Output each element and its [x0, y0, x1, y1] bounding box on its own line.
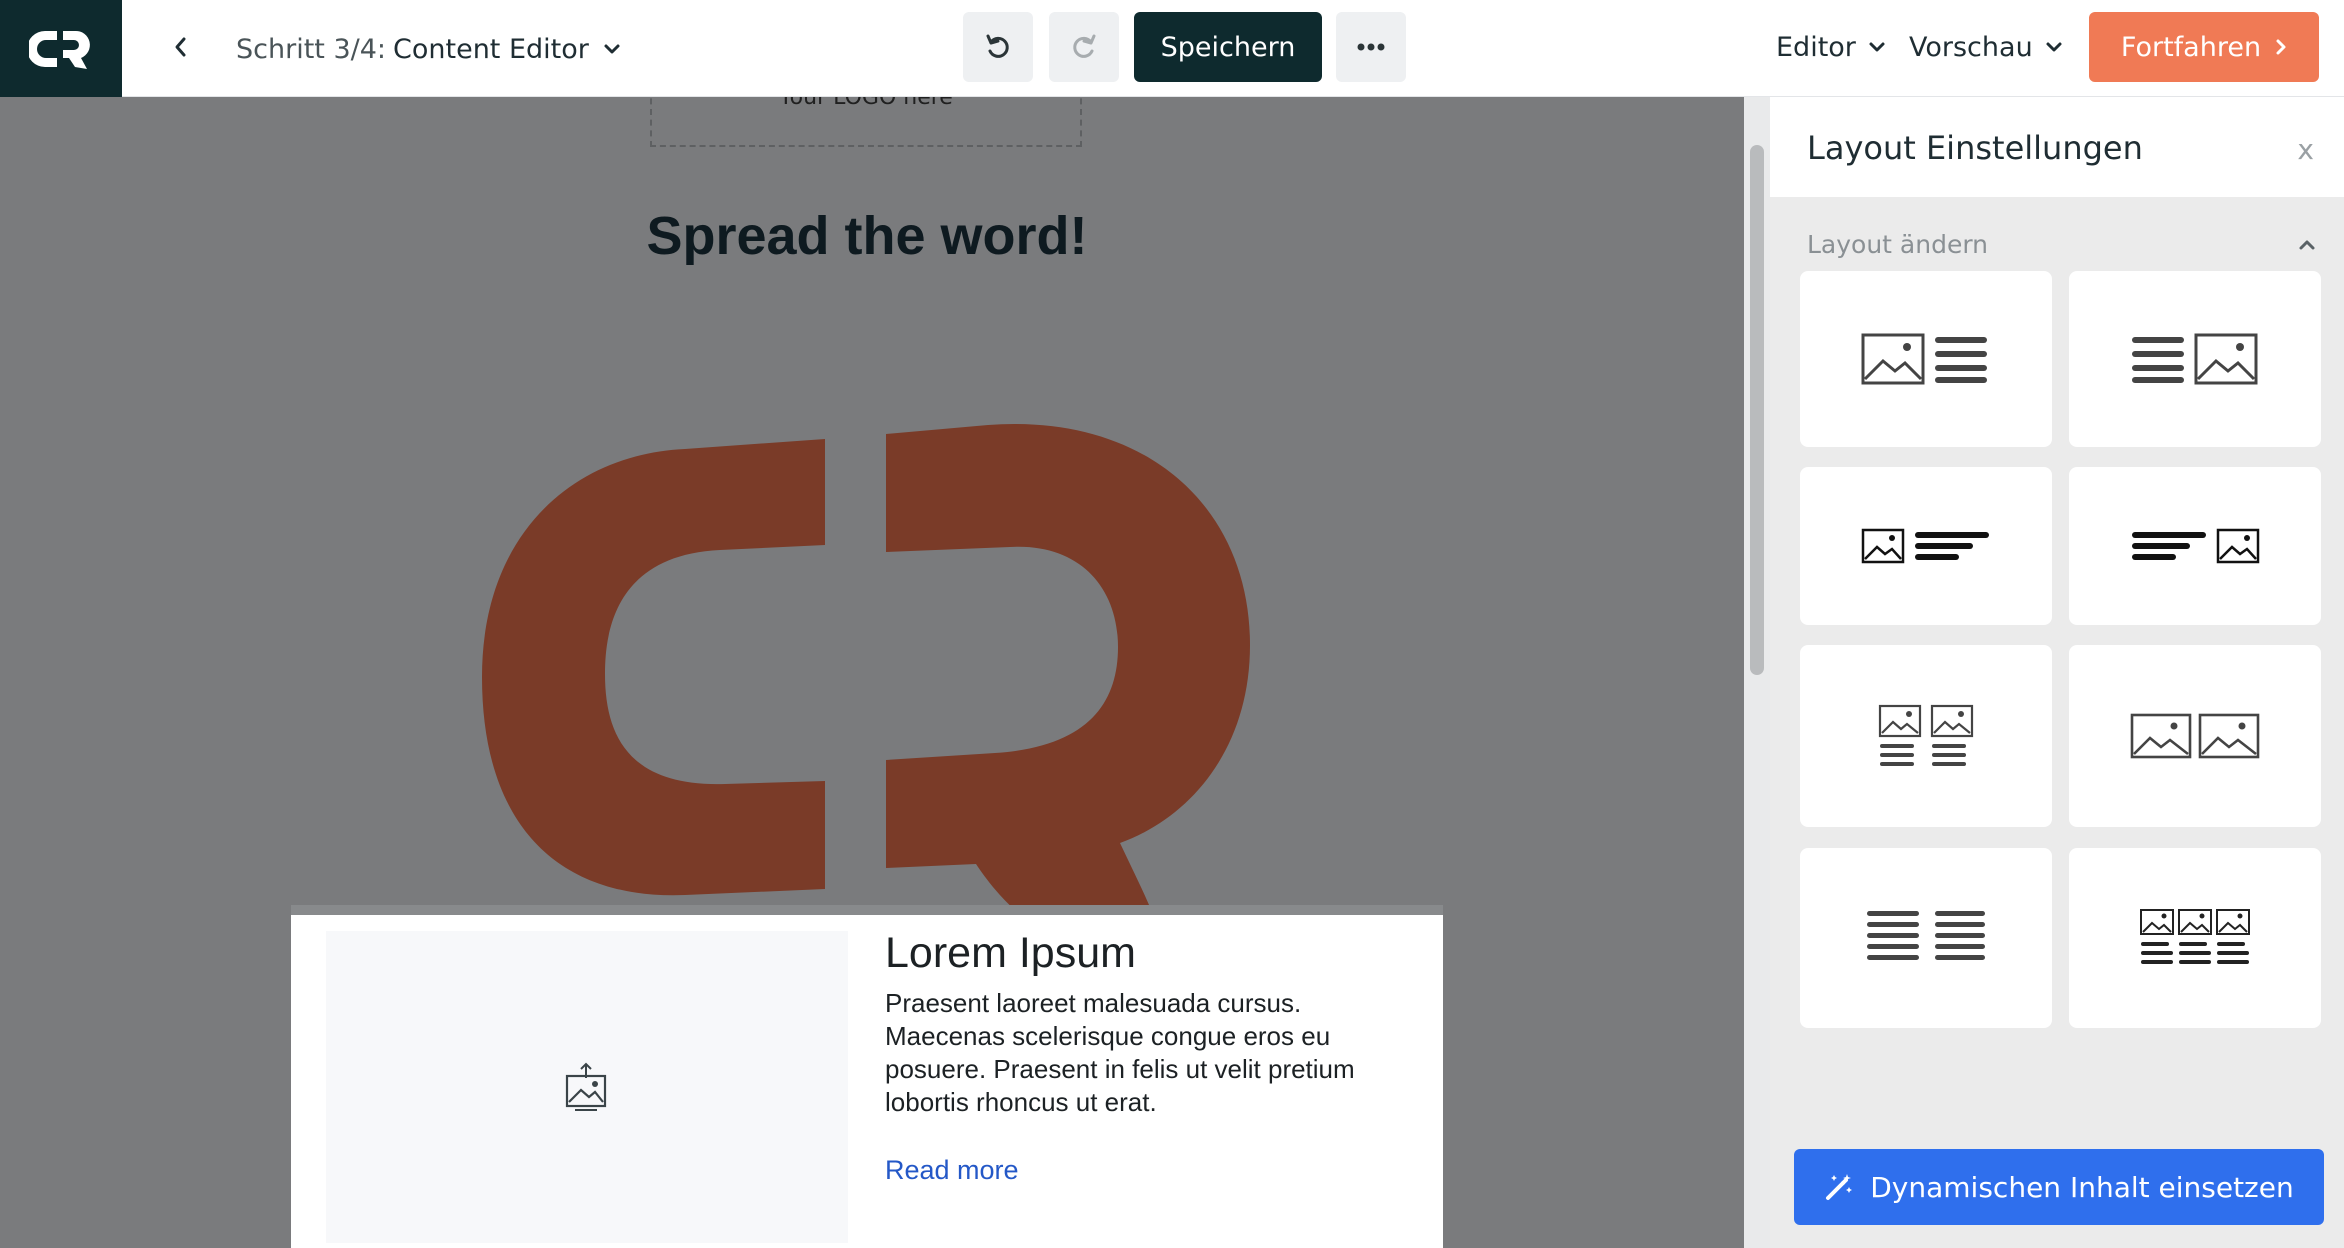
- read-more-link[interactable]: Read more: [885, 1155, 1019, 1186]
- chevron-left-icon: [175, 37, 186, 57]
- layout-option-small-image-left[interactable]: [1800, 467, 2052, 625]
- step-prefix: Schritt 3/4:: [236, 33, 387, 65]
- layout-option-image-left-text-right[interactable]: [1800, 271, 2052, 447]
- continue-button[interactable]: Fortfahren: [2089, 12, 2319, 82]
- text-left-small-image-icon: [2132, 528, 2260, 564]
- layout-option-two-columns[interactable]: [1800, 645, 2052, 827]
- insert-dynamic-content-button[interactable]: Dynamischen Inhalt einsetzen: [1794, 1149, 2324, 1225]
- top-bar: Schritt 3/4: Content Editor Speichern Ed…: [0, 0, 2344, 97]
- text-left-image-right-icon: [2132, 333, 2258, 385]
- brand-logo-image[interactable]: [470, 317, 1270, 971]
- small-image-left-text-icon: [1861, 528, 1989, 564]
- layout-option-text-left-image-right[interactable]: [2069, 271, 2321, 447]
- email-canvas[interactable]: Your LOGO here Spread the word! Lorem Ip…: [0, 97, 1744, 1248]
- layout-option-two-images[interactable]: [2069, 645, 2321, 827]
- section-label: Layout ändern: [1807, 230, 1989, 259]
- preview-dropdown[interactable]: Vorschau: [1909, 24, 2063, 70]
- continue-label: Fortfahren: [2120, 31, 2262, 63]
- block-body-text[interactable]: Praesent laoreet malesuada cursus. Maece…: [885, 987, 1405, 1119]
- canvas-scrollbar-thumb[interactable]: [1750, 145, 1764, 675]
- more-dots-icon: [1357, 43, 1385, 51]
- chevron-right-icon: [2275, 38, 2287, 56]
- chevron-down-icon: [1868, 41, 1886, 53]
- redo-button[interactable]: [1049, 12, 1119, 82]
- two-images-icon: [2130, 713, 2260, 759]
- image-placeholder[interactable]: [326, 931, 848, 1243]
- undo-icon: [986, 34, 1009, 58]
- two-text-columns-icon: [1867, 911, 1985, 960]
- panel-title: Layout Einstellungen: [1807, 129, 2143, 167]
- three-columns-image-text-icon: [2140, 909, 2250, 964]
- layout-option-two-text-columns[interactable]: [1800, 848, 2052, 1028]
- undo-button[interactable]: [963, 12, 1033, 82]
- block-title[interactable]: Lorem Ipsum: [885, 929, 1136, 978]
- chevron-up-icon: [2299, 240, 2315, 249]
- cr-logo-large-icon: [482, 423, 1250, 958]
- layout-option-small-image-right[interactable]: [2069, 467, 2321, 625]
- content-block[interactable]: Lorem Ipsum Praesent laoreet malesuada c…: [291, 905, 1443, 1248]
- layout-option-three-columns[interactable]: [2069, 848, 2321, 1028]
- editor-dropdown[interactable]: Editor: [1776, 24, 1886, 70]
- app-logo[interactable]: [0, 0, 122, 97]
- image-upload-icon: [565, 1062, 607, 1111]
- editor-dropdown-label: Editor: [1776, 31, 1856, 63]
- chevron-down-icon: [603, 43, 621, 55]
- insert-dynamic-content-label: Dynamischen Inhalt einsetzen: [1870, 1170, 2294, 1204]
- cr-logo-icon: [29, 30, 90, 69]
- step-name: Content Editor: [393, 33, 589, 65]
- save-button[interactable]: Speichern: [1134, 12, 1322, 82]
- layout-section-toggle[interactable]: Layout ändern: [1807, 230, 2317, 259]
- more-options-button[interactable]: [1336, 12, 1406, 82]
- logo-placeholder[interactable]: Your LOGO here: [650, 97, 1082, 147]
- chevron-down-icon: [2045, 41, 2063, 53]
- redo-icon: [1073, 34, 1096, 58]
- close-panel-button[interactable]: x: [2297, 133, 2314, 166]
- preview-dropdown-label: Vorschau: [1909, 31, 2033, 63]
- two-columns-image-text-icon: [1878, 704, 1974, 766]
- layout-settings-panel: Layout Einstellungen x Layout ändern Dyn…: [1770, 97, 2344, 1248]
- step-selector[interactable]: Schritt 3/4: Content Editor: [236, 26, 621, 72]
- back-button[interactable]: [160, 22, 200, 72]
- image-left-text-right-icon: [1861, 333, 1987, 385]
- magic-wand-icon: [1824, 1172, 1854, 1202]
- panel-header: Layout Einstellungen x: [1770, 97, 2344, 197]
- headline[interactable]: Spread the word!: [0, 205, 1734, 267]
